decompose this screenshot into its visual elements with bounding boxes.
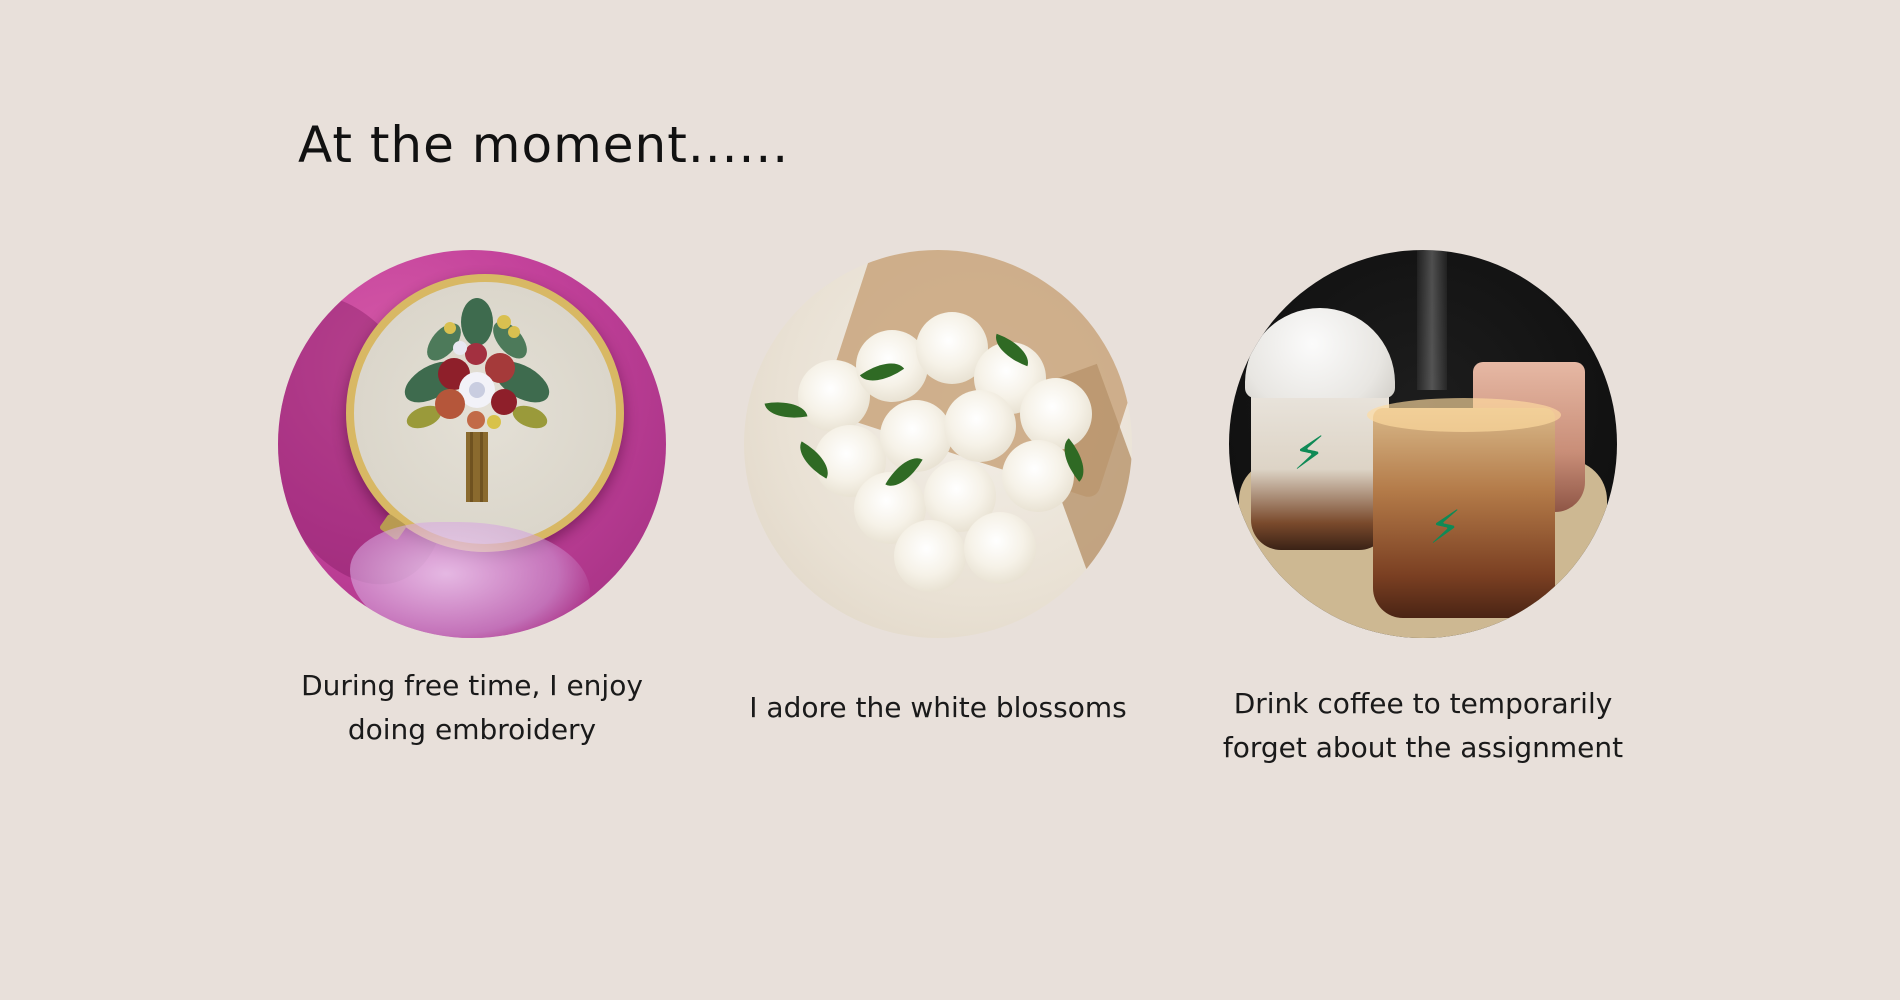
bouquet-embroidery-icon: [404, 298, 550, 502]
page: At the moment...... During free time, I …: [0, 0, 1900, 1000]
card-white-blossoms: I adore the white blossoms: [744, 250, 1132, 724]
caption-line: I adore the white blossoms: [749, 691, 1127, 724]
caption-line: During free time, I enjoy: [301, 669, 643, 702]
caption-line: doing embroidery: [347, 713, 597, 746]
lightning-logo-icon: ⚡: [1293, 426, 1326, 480]
coffee-cup: ⚡: [1373, 408, 1555, 618]
caption-line: Drink coffee to temporarily: [1233, 687, 1613, 720]
cup-lid: [1245, 308, 1395, 398]
card-embroidery: During free time, I enjoy doing embroide…: [278, 250, 666, 746]
white-flowers-photo: [744, 250, 1132, 638]
cup-lid: [1367, 398, 1561, 432]
ribbon: [350, 522, 590, 638]
page-title: At the moment......: [298, 116, 790, 174]
caption-coffee: Drink coffee to temporarily forget about…: [1169, 682, 1677, 770]
caption-white-blossoms: I adore the white blossoms: [684, 686, 1192, 730]
embroidery-hoop-photo: [278, 250, 666, 638]
caption-line: forget about the assignment: [1222, 731, 1624, 764]
coffee-cups-photo: ⚡ ⚡: [1229, 250, 1617, 638]
lightning-logo-icon: ⚡: [1429, 500, 1462, 554]
hoop-frame: [346, 274, 624, 552]
card-coffee: ⚡ ⚡ Drink coffee to temporarily forget a…: [1223, 250, 1623, 764]
caption-embroidery: During free time, I enjoy doing embroide…: [218, 664, 726, 752]
